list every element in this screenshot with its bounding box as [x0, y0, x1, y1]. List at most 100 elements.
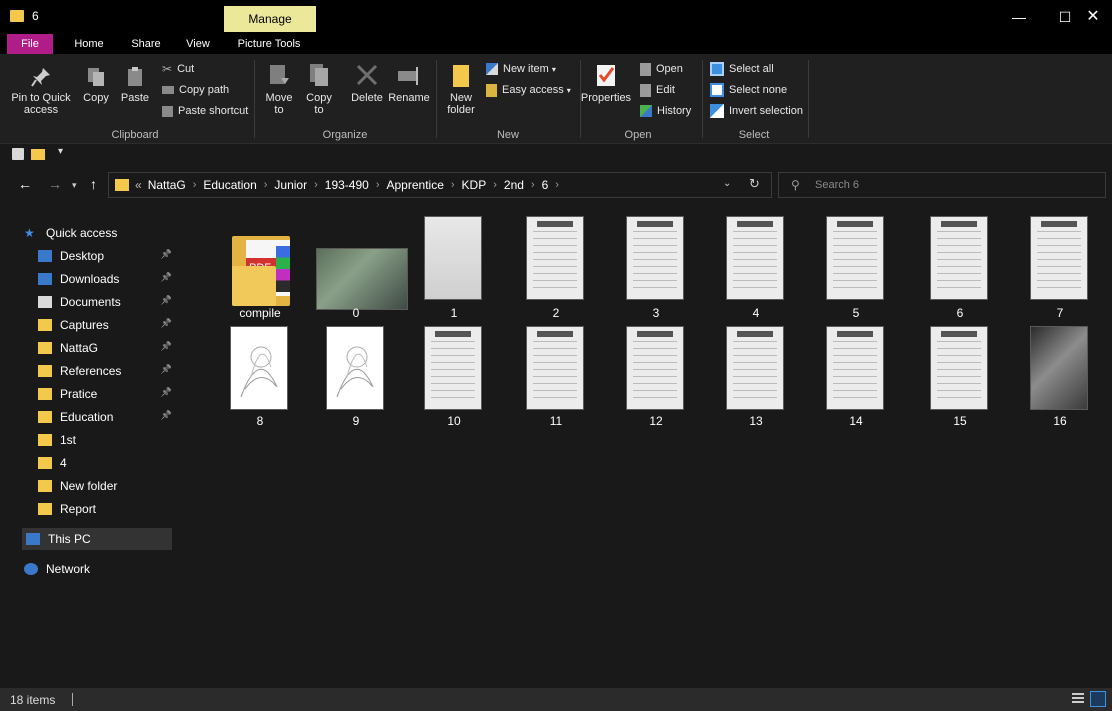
chevron-right-icon[interactable]: ›	[193, 179, 197, 191]
copy-to-button[interactable]: Copy to	[302, 62, 336, 116]
history-button[interactable]: History	[640, 102, 691, 120]
chevron-right-icon[interactable]: ›	[314, 179, 318, 191]
tab-share[interactable]: Share	[124, 34, 168, 54]
tab-view[interactable]: View	[180, 34, 216, 54]
sidebar-item-4[interactable]: 4	[38, 452, 178, 474]
sidebar-item-nattag[interactable]: NattaG 📌	[38, 337, 178, 359]
pin-to-quick-access-button[interactable]: Pin to Quick access	[6, 66, 76, 116]
paste-button[interactable]: Paste	[118, 66, 152, 104]
up-arrow-icon[interactable]: ↑	[90, 176, 97, 192]
properties-button[interactable]: Properties	[580, 62, 632, 104]
tab-picture-tools[interactable]: Picture Tools	[232, 34, 306, 54]
delete-button[interactable]: Delete	[348, 62, 386, 104]
breadcrumb-item[interactable]: 6	[542, 178, 549, 192]
paste-shortcut-button[interactable]: Paste shortcut	[162, 102, 248, 120]
properties-qat-icon[interactable]	[12, 148, 24, 160]
file-item[interactable]: 7	[1002, 214, 1102, 322]
rename-button[interactable]: Rename	[388, 62, 430, 104]
pin-icon[interactable]: 📌	[161, 410, 172, 421]
sidebar-item-downloads[interactable]: Downloads 📌	[38, 268, 178, 290]
sidebar-item-desktop[interactable]: Desktop 📌	[38, 245, 178, 267]
pin-icon[interactable]: 📌	[161, 272, 172, 283]
file-item[interactable]: 6	[902, 214, 1002, 322]
sidebar-item-quick-access[interactable]: ★ Quick access	[24, 222, 174, 244]
new-folder-qat-icon[interactable]	[31, 149, 45, 160]
minimize-button[interactable]: —	[996, 0, 1042, 34]
invert-selection-button[interactable]: Invert selection	[710, 102, 803, 120]
breadcrumb-item[interactable]: Apprentice	[387, 178, 444, 192]
file-item[interactable]: 9	[298, 326, 398, 434]
sidebar-item-education[interactable]: Education 📌	[38, 406, 178, 428]
file-item[interactable]: 5	[798, 214, 898, 322]
breadcrumb-item[interactable]: 193-490	[325, 178, 369, 192]
breadcrumb-item[interactable]: Junior	[274, 178, 307, 192]
sidebar-item-captures[interactable]: Captures 📌	[38, 314, 178, 336]
tab-file[interactable]: File	[7, 34, 53, 54]
overflow-crumb[interactable]: «	[135, 178, 142, 192]
file-item[interactable]: 14	[798, 326, 898, 434]
sidebar-item-pratice[interactable]: Pratice 📌	[38, 383, 178, 405]
recent-locations-icon[interactable]: ▾	[72, 180, 77, 191]
cut-button[interactable]: ✂ Cut	[162, 60, 194, 78]
search-box[interactable]: ⚲ Search 6	[778, 172, 1106, 198]
sidebar-item-1st[interactable]: 1st	[38, 429, 178, 451]
copy-button[interactable]: Copy	[80, 66, 112, 104]
close-button[interactable]: ✕	[1070, 0, 1112, 34]
new-folder-button[interactable]: New folder	[442, 62, 480, 116]
file-item[interactable]: 13	[698, 326, 798, 434]
chevron-right-icon[interactable]: ›	[264, 179, 268, 191]
new-item-button[interactable]: New item ▾	[486, 60, 556, 78]
customize-qat-icon[interactable]: ▾	[58, 146, 63, 157]
details-view-icon[interactable]	[1072, 693, 1084, 705]
file-item[interactable]: 12	[598, 326, 698, 434]
pin-icon[interactable]: 📌	[161, 295, 172, 306]
file-item[interactable]: 1	[396, 214, 496, 322]
sidebar-item-this-pc[interactable]: This PC	[22, 528, 172, 550]
file-item[interactable]: 8	[202, 326, 302, 434]
edit-button[interactable]: Edit	[640, 81, 675, 99]
pin-icon[interactable]: 📌	[161, 318, 172, 329]
back-arrow-icon[interactable]: ←	[18, 176, 32, 192]
refresh-icon[interactable]: ↻	[749, 176, 760, 192]
pin-icon[interactable]: 📌	[161, 341, 172, 352]
chevron-right-icon[interactable]: ›	[531, 179, 535, 191]
breadcrumb-item[interactable]: 2nd	[504, 178, 524, 192]
copy-path-button[interactable]: Copy path	[162, 81, 229, 99]
chevron-right-icon[interactable]: ›	[493, 179, 497, 191]
sidebar-item-documents[interactable]: Documents 📌	[38, 291, 178, 313]
file-item[interactable]: 11	[498, 326, 598, 434]
pin-icon[interactable]: 📌	[161, 364, 172, 375]
breadcrumb-item[interactable]: NattaG	[148, 178, 186, 192]
file-item[interactable]: 15	[902, 326, 1002, 434]
address-bar[interactable]: « NattaG › Education › Junior › 193-490 › Appren…	[108, 172, 772, 198]
file-item[interactable]: 2	[498, 214, 598, 322]
search-input[interactable]: Search 6	[815, 179, 859, 191]
select-none-button[interactable]: Select none	[710, 81, 787, 99]
address-dropdown-icon[interactable]: ⌄	[723, 178, 731, 189]
file-item[interactable]: 0	[298, 214, 408, 322]
open-button[interactable]: Open	[640, 60, 683, 78]
sidebar-item-references[interactable]: References 📌	[38, 360, 178, 382]
file-item[interactable]: 4	[698, 214, 798, 322]
forward-arrow-icon[interactable]: →	[48, 176, 62, 192]
chevron-right-icon[interactable]: ›	[376, 179, 380, 191]
select-all-button[interactable]: Select all	[710, 60, 774, 78]
file-item[interactable]: 16	[1002, 326, 1102, 434]
chevron-right-icon[interactable]: ›	[555, 179, 559, 191]
large-icons-view-icon[interactable]	[1090, 691, 1106, 707]
tab-manage[interactable]: Manage	[224, 6, 316, 32]
sidebar-item-new-folder[interactable]: New folder	[38, 475, 178, 497]
breadcrumb-item[interactable]: Education	[203, 178, 256, 192]
pin-icon[interactable]: 📌	[161, 387, 172, 398]
folder-item[interactable]: PDFcompile	[202, 214, 302, 322]
chevron-right-icon[interactable]: ›	[451, 179, 455, 191]
easy-access-button[interactable]: Easy access ▾	[486, 81, 571, 99]
sidebar-item-report[interactable]: Report	[38, 498, 178, 520]
breadcrumb-item[interactable]: KDP	[462, 178, 487, 192]
file-item[interactable]: 3	[598, 214, 698, 322]
move-to-button[interactable]: Move to	[262, 62, 296, 116]
tab-home[interactable]: Home	[68, 34, 110, 54]
sidebar-item-network[interactable]: Network	[24, 558, 174, 580]
file-item[interactable]: 10	[396, 326, 496, 434]
pin-icon[interactable]: 📌	[161, 249, 172, 260]
